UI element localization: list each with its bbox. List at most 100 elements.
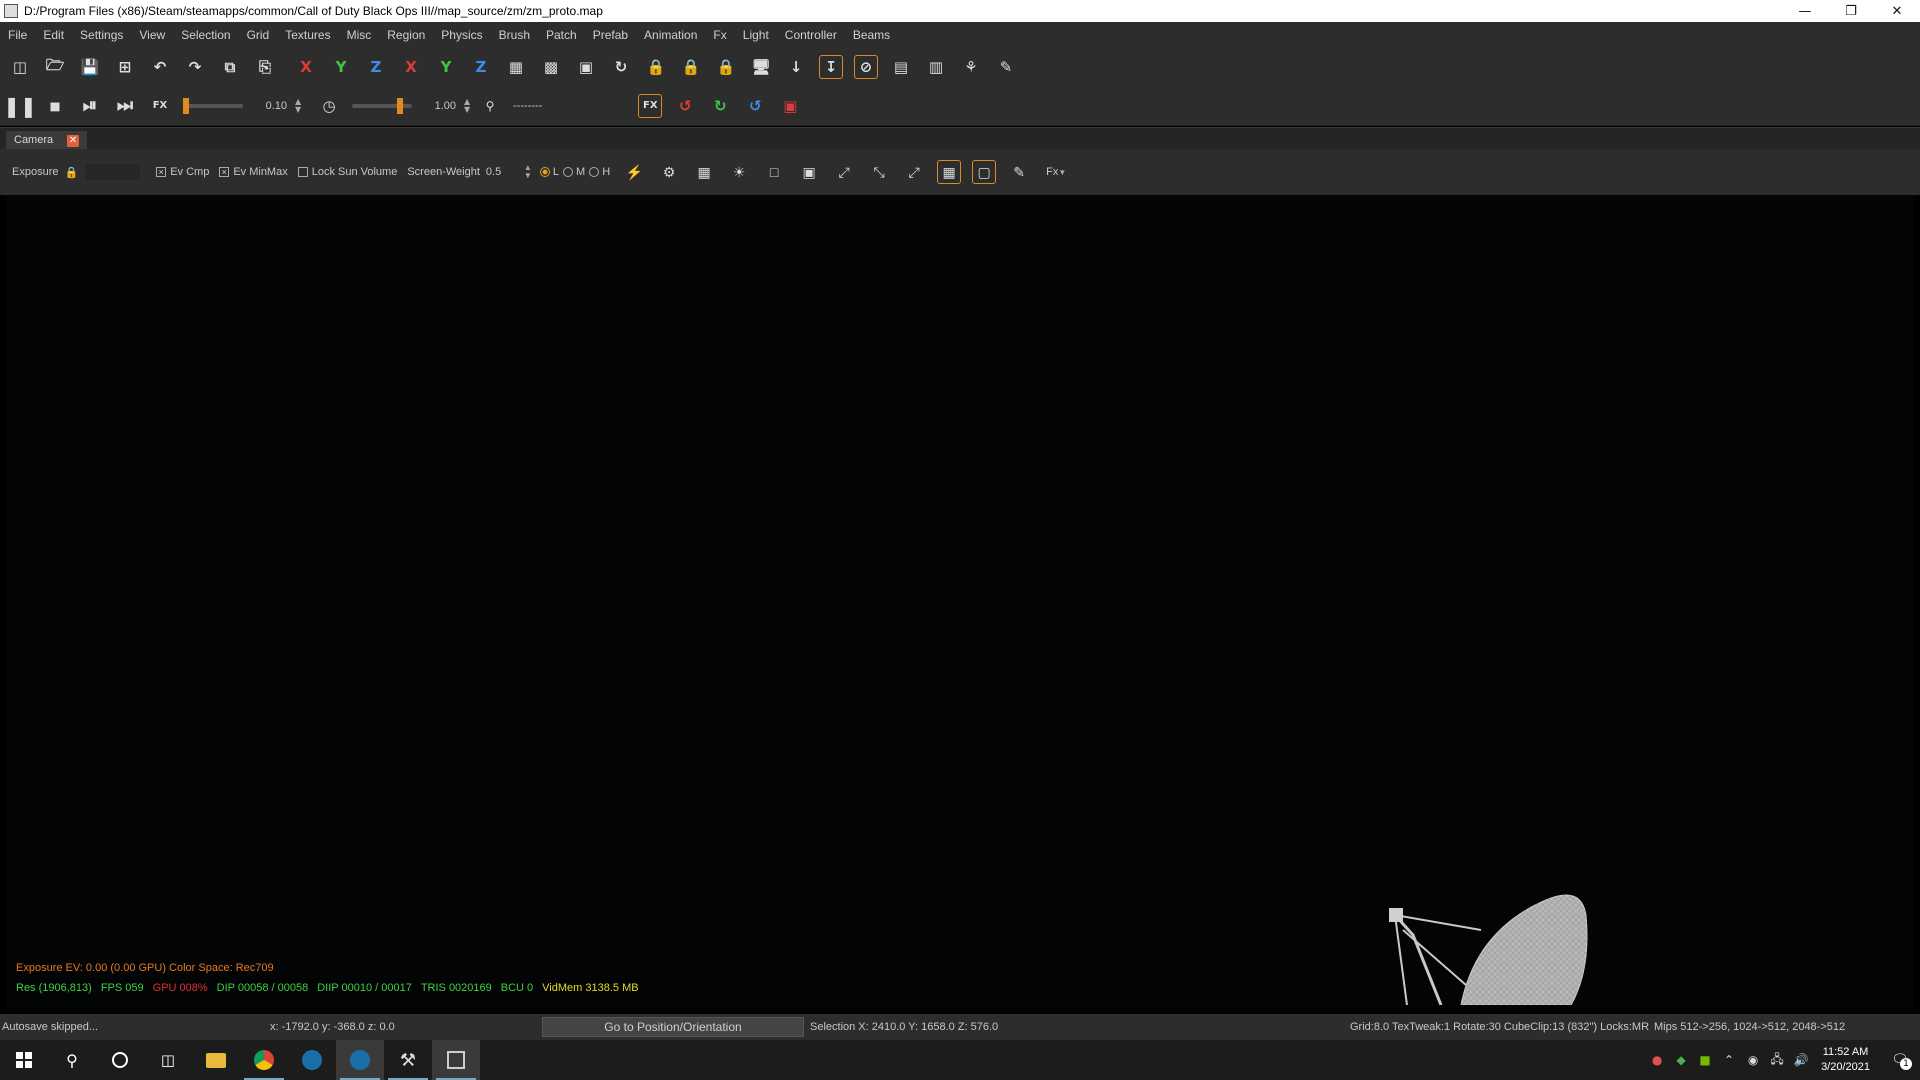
menu-file[interactable]: File xyxy=(0,22,35,48)
restore-button[interactable]: ❐ xyxy=(1828,0,1874,22)
menu-brush[interactable]: Brush xyxy=(491,22,538,48)
menu-textures[interactable]: Textures xyxy=(277,22,338,48)
pause-icon[interactable]: ❚❚ xyxy=(3,94,37,118)
drop-down-arrow-icon[interactable]: ↓ xyxy=(784,55,808,79)
close-tab-icon[interactable]: ✕ xyxy=(67,134,80,147)
search-button[interactable]: ⚲ xyxy=(48,1040,96,1080)
speed-value[interactable]: 1.00 xyxy=(420,100,456,112)
fx-time-icon[interactable]: FX xyxy=(148,94,172,118)
menu-misc[interactable]: Misc xyxy=(339,22,380,48)
shrink-icon[interactable]: ⤡ xyxy=(867,160,891,184)
tray-nvidia-icon[interactable]: ■ xyxy=(1693,1053,1717,1067)
expand-icon[interactable]: ⤢ xyxy=(832,160,856,184)
tray-steam-icon[interactable]: ◉ xyxy=(1741,1053,1765,1067)
paste-icon[interactable]: ⎘ xyxy=(253,55,277,79)
speed-spinner[interactable]: ▲ ▼ xyxy=(464,97,472,114)
cortana-button[interactable] xyxy=(96,1040,144,1080)
sun-icon[interactable]: ☀ xyxy=(727,160,751,184)
zero-icon[interactable]: ⊘ xyxy=(854,55,878,79)
csg-hollow-icon[interactable]: ▩ xyxy=(539,55,563,79)
edit-icon[interactable]: ✎ xyxy=(994,55,1018,79)
add-expand-icon[interactable]: ⤢ xyxy=(902,160,926,184)
chevron-down-icon[interactable]: ▼ xyxy=(1058,168,1066,177)
screen-weight-spinner[interactable]: ▲ ▼ xyxy=(524,164,532,180)
tray-shield-icon[interactable]: ◆ xyxy=(1669,1053,1693,1067)
redo-icon[interactable]: ↷ xyxy=(183,55,207,79)
new-map-icon[interactable]: ◫ xyxy=(8,55,32,79)
fx-time-value[interactable]: 0.10 xyxy=(251,100,287,112)
box-3d-icon[interactable]: □ xyxy=(762,160,786,184)
menu-light[interactable]: Light xyxy=(735,22,777,48)
menu-prefab[interactable]: Prefab xyxy=(585,22,636,48)
fx-search-icon[interactable]: ⚲ xyxy=(478,94,502,118)
screen-weight-input[interactable]: 0.5 xyxy=(486,166,522,178)
lock-sun-volume-checkbox[interactable] xyxy=(297,167,308,177)
align-top-icon[interactable]: ▤ xyxy=(889,55,913,79)
csg-merge-icon[interactable]: ▣ xyxy=(574,55,598,79)
play-next-icon[interactable]: ⏭ xyxy=(113,94,137,118)
open-folder-icon[interactable]: 🗁 xyxy=(43,55,67,79)
lock-z-icon[interactable]: 🔒 xyxy=(714,55,738,79)
rotate-x-fx-icon[interactable]: ↺ xyxy=(673,94,697,118)
menu-beams[interactable]: Beams xyxy=(845,22,898,48)
box-3d-alt-icon[interactable]: ▣ xyxy=(797,160,821,184)
menu-settings[interactable]: Settings xyxy=(72,22,131,48)
save-icon[interactable]: 💾 xyxy=(78,55,102,79)
pencil-frame-icon[interactable]: ✎ xyxy=(1007,160,1031,184)
flip-z-icon[interactable]: Z xyxy=(364,55,388,79)
menu-patch[interactable]: Patch xyxy=(538,22,585,48)
fx-toggle-icon[interactable]: FX xyxy=(638,93,663,118)
display-icon[interactable]: 🖥 xyxy=(749,55,773,79)
taskbar-mod-tools[interactable]: ⚒ xyxy=(384,1040,432,1080)
fx-time-slider[interactable] xyxy=(183,97,243,114)
start-button[interactable] xyxy=(0,1040,48,1080)
taskbar-chrome[interactable] xyxy=(240,1040,288,1080)
group-icon[interactable]: ⚙ xyxy=(657,160,681,184)
ev-minmax-checkbox[interactable]: × xyxy=(219,167,230,177)
exposure-input[interactable] xyxy=(86,164,141,180)
entity-icon[interactable]: ⚘ xyxy=(959,55,983,79)
record-icon[interactable]: ▣ xyxy=(778,94,802,118)
slider-knob[interactable] xyxy=(183,97,189,114)
tray-chevron-icon[interactable]: ⌃ xyxy=(1717,1053,1741,1067)
speed-icon[interactable]: ◷ xyxy=(317,94,341,118)
viewport-grid-icon[interactable]: ▦ xyxy=(692,160,716,184)
tab-camera[interactable]: Camera ✕ xyxy=(6,131,88,150)
taskbar-radiant[interactable] xyxy=(432,1040,480,1080)
menu-selection[interactable]: Selection xyxy=(173,22,238,48)
quality-low-radio[interactable] xyxy=(539,167,550,177)
camera-viewport[interactable]: Exposure EV: 0.00 (0.00 GPU) Color Space… xyxy=(6,195,1914,1008)
frame-icon[interactable]: ▢ xyxy=(972,160,997,184)
stop-icon[interactable]: ⏹ xyxy=(43,94,67,118)
play-step-icon[interactable]: ⏯ xyxy=(78,94,102,118)
rotate-y-fx-icon[interactable]: ↻ xyxy=(708,94,732,118)
lock-y-icon[interactable]: 🔒 xyxy=(679,55,703,79)
minimize-button[interactable]: — xyxy=(1782,0,1828,22)
flip-y-icon[interactable]: Y xyxy=(329,55,353,79)
cycle-icon[interactable]: ↻ xyxy=(609,55,633,79)
menu-region[interactable]: Region xyxy=(379,22,433,48)
lock-icon[interactable]: 🔒 xyxy=(64,166,78,179)
menu-view[interactable]: View xyxy=(131,22,173,48)
menu-edit[interactable]: Edit xyxy=(35,22,72,48)
rotate-x-icon[interactable]: X xyxy=(399,55,423,79)
taskbar-steam-2[interactable] xyxy=(336,1040,384,1080)
fx-time-spinner[interactable]: ▲ ▼ xyxy=(295,97,303,114)
flip-x-icon[interactable]: X xyxy=(294,55,318,79)
quality-medium-radio[interactable] xyxy=(563,167,574,177)
speed-slider[interactable] xyxy=(352,97,412,114)
lock-x-icon[interactable]: 🔒 xyxy=(644,55,668,79)
copy-icon[interactable]: ⧉ xyxy=(218,55,242,79)
rotate-z-fx-icon[interactable]: ↺ xyxy=(743,94,767,118)
close-window-button[interactable]: ✕ xyxy=(1874,0,1920,22)
menu-animation[interactable]: Animation xyxy=(636,22,705,48)
menu-physics[interactable]: Physics xyxy=(433,22,490,48)
rotate-y-icon[interactable]: Y xyxy=(434,55,458,79)
task-view-button[interactable]: ◫ xyxy=(144,1040,192,1080)
ev-cmp-checkbox[interactable]: × xyxy=(156,167,167,177)
csg-subtract-icon[interactable]: ▦ xyxy=(504,55,528,79)
network-icon[interactable]: 🖧 xyxy=(1765,1050,1789,1071)
tray-app-icon[interactable]: ● xyxy=(1645,1053,1669,1067)
menu-controller[interactable]: Controller xyxy=(777,22,845,48)
notification-icon[interactable]: 🗨1 xyxy=(1880,1052,1920,1070)
